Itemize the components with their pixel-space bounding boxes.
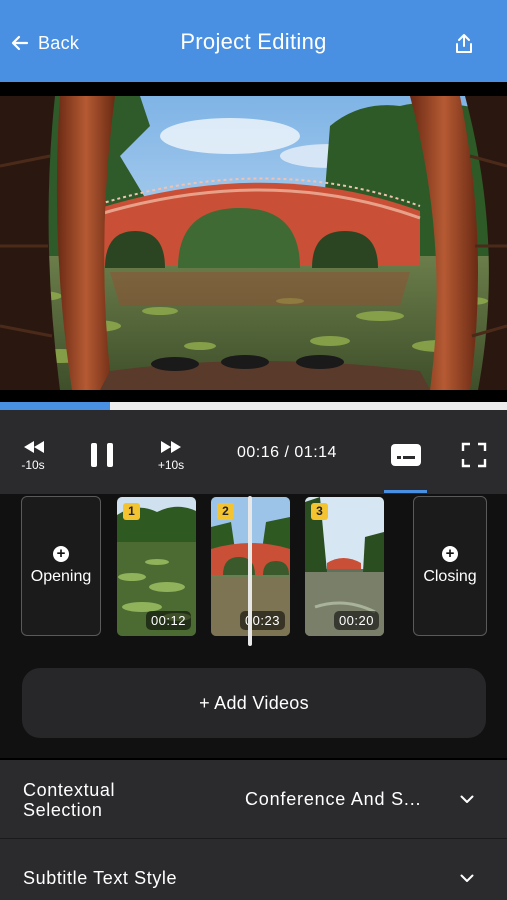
subtitle-style-label: Subtitle Text Style (23, 868, 178, 888)
time-readout: 00:16 / 01:14 (237, 444, 337, 462)
fullscreen-button[interactable] (461, 442, 487, 468)
forward-10-button[interactable]: +10s (152, 438, 190, 476)
timeline-playhead[interactable] (248, 496, 252, 646)
closing-label: Closing (423, 568, 477, 585)
add-circle-icon: + (53, 546, 69, 562)
share-button[interactable] (452, 32, 476, 56)
pause-icon (91, 443, 113, 467)
forward-10-label: +10s (157, 458, 185, 472)
clip-3-index-badge: 3 (311, 503, 328, 520)
add-circle-icon: + (442, 546, 458, 562)
forward-10-icon (161, 441, 181, 453)
clip-1-duration: 00:12 (145, 611, 191, 630)
opening-label: Opening (30, 568, 92, 585)
clip-1[interactable]: 1 00:12 (117, 497, 196, 636)
rewind-10-label: -10s (21, 458, 45, 472)
rewind-10-icon (24, 441, 44, 453)
contextual-selection-label: Contextual Selection (23, 780, 116, 820)
contextual-selection-value: Conference And S... (245, 789, 422, 809)
total-time: 01:14 (294, 444, 337, 461)
current-time: 00:16 (237, 444, 280, 461)
pause-button[interactable] (88, 440, 116, 470)
video-preview[interactable] (0, 96, 507, 390)
back-arrow-icon (11, 35, 29, 51)
video-frame-image (0, 96, 507, 390)
chevron-down-icon (460, 795, 474, 803)
clip-2-index-badge: 2 (217, 503, 234, 520)
subtitle-style-row[interactable]: Subtitle Text Style (0, 839, 507, 900)
clip-3-duration: 00:20 (333, 611, 379, 630)
share-icon (456, 34, 472, 53)
clip-3[interactable]: 3 00:20 (305, 497, 384, 636)
clip-2-duration: 00:23 (239, 611, 285, 630)
subtitles-icon (391, 444, 421, 466)
rewind-10-button[interactable]: -10s (15, 438, 51, 476)
clip-1-index-badge: 1 (123, 503, 140, 520)
subtitles-active-indicator (384, 490, 427, 493)
time-separator: / (279, 444, 295, 461)
fullscreen-icon (461, 442, 487, 468)
playback-progress-bar[interactable] (0, 402, 507, 410)
add-videos-button[interactable]: + Add Videos (22, 668, 486, 738)
back-button[interactable]: Back (10, 30, 79, 56)
back-label: Back (38, 32, 80, 53)
opening-card[interactable]: + Opening (21, 496, 101, 636)
subtitles-button[interactable] (390, 441, 422, 469)
chevron-down-icon (460, 874, 474, 882)
contextual-selection-row[interactable]: Contextual Selection Conference And S... (0, 760, 507, 838)
closing-card[interactable]: + Closing (413, 496, 487, 636)
playback-progress-fill (0, 402, 110, 410)
